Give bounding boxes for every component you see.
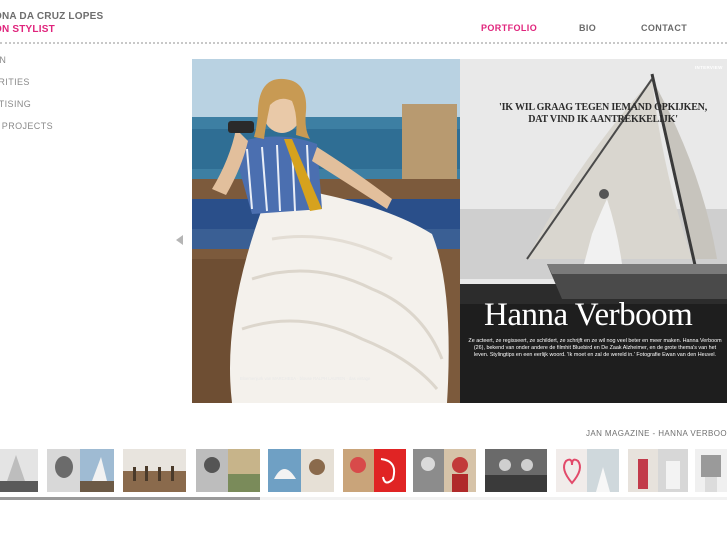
header-divider (0, 42, 727, 44)
nav-portfolio[interactable]: PORTFOLIO (481, 23, 537, 33)
category-item-advertising[interactable]: RTISING (0, 98, 160, 120)
section-tag: INTERVIEW (695, 65, 723, 70)
category-item-other-projects[interactable]: R PROJECTS (0, 120, 160, 142)
category-item-fashion[interactable]: ON (0, 54, 160, 76)
category-navigation: ON ARITIES RTISING R PROJECTS (0, 54, 160, 142)
category-item-celebrities[interactable]: ARITIES (0, 76, 160, 98)
thumbnail[interactable] (196, 449, 260, 492)
photo-caption: Bloemenjurk van MARCHESA · blouse RALPH … (240, 376, 371, 381)
spread-body: Ze acteert, ze regisseert, ze schildert,… (468, 338, 722, 358)
magazine-spread: INTERVIEW 'IK WIL GRAAG TEGEN IEMAND OPK… (192, 59, 727, 403)
left-arrow-icon[interactable] (176, 235, 183, 245)
thumbnail[interactable] (628, 449, 688, 492)
thumbnail[interactable] (123, 449, 186, 492)
nav-bio[interactable]: BIO (579, 23, 596, 33)
top-navigation: PORTFOLIO BIO CONTACT (0, 23, 727, 37)
thumbnail[interactable] (268, 449, 334, 492)
brand-name: ONA DA CRUZ LOPES (0, 11, 104, 22)
gallery-caption: JAN MAGAZINE - HANNA VERBOO (586, 429, 727, 438)
thumbnail-strip (0, 449, 727, 494)
spread-quote: 'IK WIL GRAAG TEGEN IEMAND OPKIJKEN, DAT… (498, 102, 708, 125)
nav-contact[interactable]: CONTACT (641, 23, 687, 33)
spread-headline: Hanna Verboom (484, 297, 693, 333)
thumbnail[interactable] (485, 449, 547, 492)
thumbnail[interactable] (556, 449, 619, 492)
thumbnail[interactable] (695, 449, 727, 492)
thumbnail[interactable] (413, 449, 476, 492)
thumbnail[interactable] (343, 449, 406, 492)
thumbnail[interactable] (47, 449, 114, 492)
thumbnail[interactable] (0, 449, 38, 492)
thumbnail-scrollbar[interactable] (0, 497, 727, 500)
scrollbar-thumb[interactable] (0, 497, 260, 500)
